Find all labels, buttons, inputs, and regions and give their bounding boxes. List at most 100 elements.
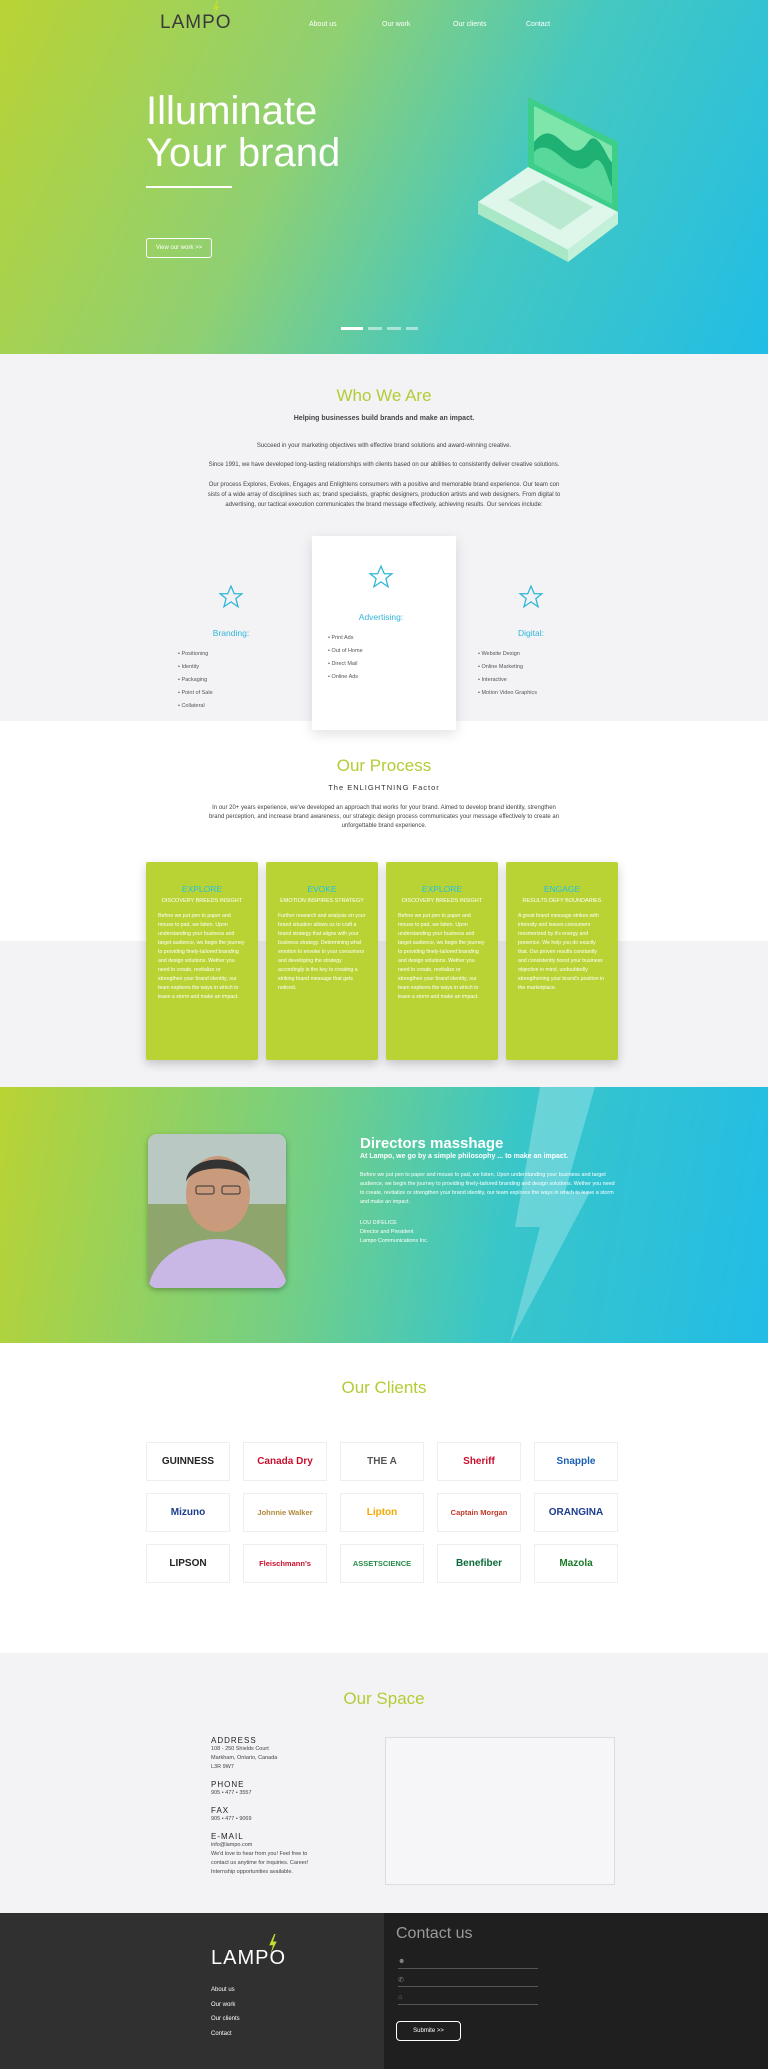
client-logo[interactable]: ASSETSCIENCE [340,1544,424,1583]
who-subtitle: Helping businesses build brands and make… [293,415,475,422]
service-item: • Collateral [178,703,205,709]
star-icon [368,564,394,589]
director-signature: LOU DIFELICE Director and President Lampo … [360,1219,428,1246]
service-item: • Website Design [478,651,520,657]
process-title: Our Process [336,756,432,775]
client-logo[interactable]: Sheriff [437,1442,521,1481]
client-logo[interactable]: THE A [340,1442,424,1481]
phone-value[interactable]: 905 • 477 • 3557 [211,1789,308,1798]
director-company: Lampo Communications Inc. [360,1238,429,1244]
slider-dot-4[interactable] [406,327,418,330]
service-title: Digital: [518,628,544,638]
star-icon [218,584,244,609]
fax-label: FAX [211,1806,230,1815]
view-work-button[interactable]: View our work >> [146,238,212,258]
address-line: L3R 9W7 [211,1764,234,1770]
footer-right: Contact us ☻ ✆ ⌂ Submite >> [384,1913,768,2069]
director-role: Director and President [360,1229,414,1235]
client-logo[interactable]: Snapple [534,1442,618,1481]
service-list: • Website Design • Online Marketing • Inte… [478,648,537,700]
footer-left: LAMPO About us Our work Our clients Cont… [0,1913,384,2069]
contact-note: Internship opportunities available. [211,1869,293,1875]
submit-button[interactable]: Submite >> [396,2021,461,2041]
footer-link-clients[interactable]: Our clients [211,2012,240,2027]
client-logo[interactable]: ORANGINA [534,1493,618,1532]
director-name: LOU DIFELICE [360,1220,397,1226]
service-item: • Motion Video Graphics [478,690,537,696]
phone-icon: ✆ [398,1977,404,1984]
director-title: Directors masshage [360,1135,504,1152]
process-card-subtitle: RESULTS DEFY BOUNDARIES [522,898,602,904]
service-item: • Interactive [478,677,507,683]
user-icon: ☻ [398,1958,406,1965]
service-item: • Print Ads [328,635,354,641]
star-icon [518,584,544,609]
footer-link-about[interactable]: About us [211,1983,240,1998]
service-list: • Positioning • Identity • Packaging • Poin… [178,648,213,713]
service-item: • Point of Sale [178,690,213,696]
nav-clients[interactable]: Our clients [453,21,486,28]
slider-dot-2[interactable] [368,327,382,330]
service-title: Branding: [212,628,250,638]
process-card-body: Before we put pen to paper and mouse to … [398,913,485,1000]
logo-text: LAMPO [160,12,232,33]
process-card-subtitle: DISCOVERY BREEDS INSIGHT [401,898,483,904]
process-subtitle: The ENLIGHTNING Factor [328,783,440,792]
logo[interactable]: LAMPO [160,0,232,34]
process-card-title: EVOKE [307,884,337,894]
director-quote: At Lampo, we go by a simple philosophy .… [360,1153,569,1160]
service-item: • Out of Home [328,648,363,654]
slider-dot-3[interactable] [387,327,401,330]
client-logo[interactable]: Canada Dry [243,1442,327,1481]
process-card-title: EXPLORE [421,884,463,894]
process-card-subtitle: DISCOVERY BREEDS INSIGHT [161,898,243,904]
address-label: ADDRESS [211,1736,257,1745]
who-paragraph-3a: Our process Explores, Evokes, Engages an… [208,482,560,488]
client-logo[interactable]: Mizuno [146,1493,230,1532]
client-logo[interactable]: Lipton [340,1493,424,1532]
laptop-illustration [478,97,618,262]
footer-link-contact[interactable]: Contact [211,2027,240,2042]
nav-contact[interactable]: Contact [526,21,550,28]
map-placeholder[interactable] [385,1737,615,1885]
process-line-1: In our 20+ years experience, we've devel… [212,805,556,811]
process-card: ENGAGE RESULTS DEFY BOUNDARIES A great bra… [506,862,618,1060]
nav-work[interactable]: Our work [382,21,410,28]
who-paragraph-2: Since 1991, we have developed long-lasti… [208,462,560,468]
process-card: EXPLORE DISCOVERY BREEDS INSIGHT Before we… [386,862,498,1060]
name-field[interactable] [398,1968,538,1969]
process-card: EXPLORE DISCOVERY BREEDS INSIGHT Before we… [146,862,258,1060]
address-field[interactable] [398,2004,538,2005]
client-logo[interactable]: LIPSON [146,1544,230,1583]
who-paragraph-1: Succeed in your marketing objectives wit… [256,443,512,449]
client-logo[interactable]: Benefiber [437,1544,521,1583]
process-card-body: A great brand message strikes with inten… [518,913,605,991]
phone-label: PHONE [211,1780,245,1789]
process-card-body: Further research and analysis on your br… [278,913,366,991]
bolt-icon [213,0,219,16]
service-item: • Identity [178,664,200,670]
client-logo[interactable]: GUINNESS [146,1442,230,1481]
slider-dot-1[interactable] [341,327,363,330]
director-photo [148,1134,286,1288]
footer-link-work[interactable]: Our work [211,1998,240,2013]
fax-value: 905 • 477 • 9069 [211,1816,252,1822]
contact-note: contact us anytime for inquiries. Career… [211,1860,309,1866]
client-logo[interactable]: Fleischmann's [243,1544,327,1583]
email-link[interactable]: info@lampo.com [211,1841,308,1850]
nav-about[interactable]: About us [309,21,337,28]
director-body: Before we put pen to paper and mouse to … [360,1172,615,1205]
client-logo[interactable]: Mazola [534,1544,618,1583]
phone-field[interactable] [398,1986,538,1987]
services-bg [0,721,768,941]
process-card-subtitle: EMOTION INSPIRES STRATEGY [280,898,364,904]
client-logo[interactable]: Johnnie Walker [243,1493,327,1532]
service-title: Advertising: [358,612,404,622]
service-list: • Print Ads • Out of Home • Direct Mail • O… [328,632,363,684]
client-logo[interactable]: Captain Morgan [437,1493,521,1532]
contact-note: We'd love to hear from you! Feel free to [211,1851,308,1857]
service-item: • Packaging [178,677,208,683]
process-card-title: EXPLORE [181,884,223,894]
process-card-title: ENGAGE [543,884,581,894]
hero-heading: Illuminate Your brand [146,89,341,175]
